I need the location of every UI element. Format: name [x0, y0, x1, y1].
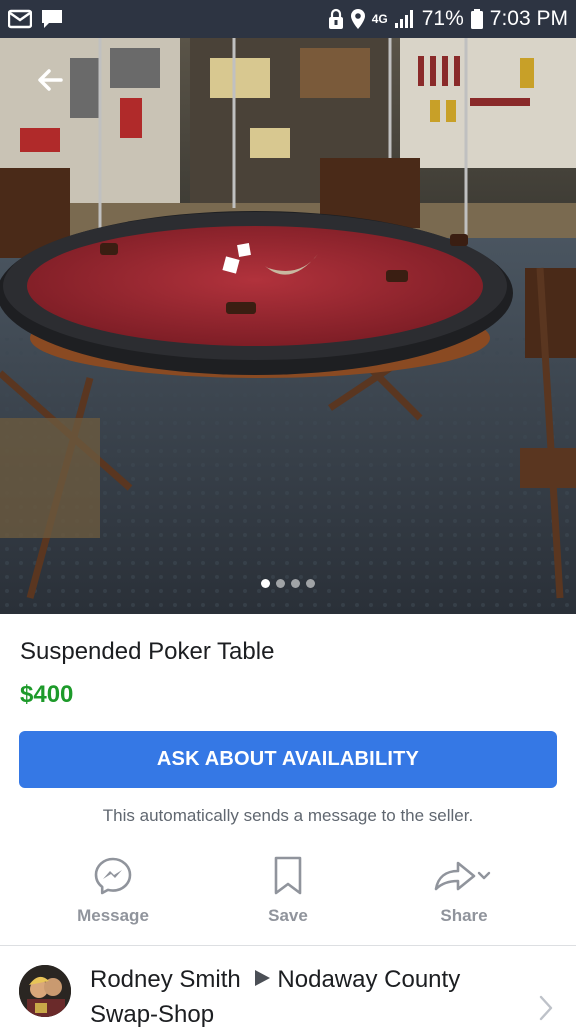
pager-dot[interactable] [261, 579, 270, 588]
avatar[interactable] [19, 965, 71, 1017]
signal-icon [394, 9, 416, 29]
poker-table-photo [0, 38, 576, 614]
back-arrow-icon [38, 69, 63, 91]
ask-note: This automatically sends a message to th… [102, 806, 474, 825]
pager-dot[interactable] [276, 579, 285, 588]
seller-info[interactable]: Rodney Smith Nodaway County Swap-Shop [90, 962, 510, 1032]
share-icon [434, 861, 491, 891]
messenger-icon [94, 857, 132, 895]
avatar-image [19, 965, 71, 1017]
ask-availability-button[interactable]: ASK ABOUT AVAILABILITY [19, 731, 557, 788]
pager-dot[interactable] [306, 579, 315, 588]
status-bar-right: 4G 71% 7:03 PM [328, 7, 568, 31]
save-button[interactable]: Save [213, 852, 363, 942]
back-button[interactable] [30, 60, 70, 100]
listing-price: $400 [20, 681, 74, 708]
share-label: Share [440, 906, 488, 925]
email-icon [8, 9, 32, 29]
network-type: 4G [371, 12, 388, 26]
message-button[interactable]: Message [38, 852, 188, 942]
clock: 7:03 PM [489, 7, 568, 30]
lock-icon [328, 8, 344, 30]
chat-icon [40, 8, 64, 30]
triangle-right-icon [255, 970, 271, 986]
seller-row[interactable]: Rodney Smith Nodaway County Swap-Shop [0, 946, 576, 1028]
message-label: Message [77, 906, 149, 925]
photo-pager[interactable] [0, 579, 576, 588]
status-bar-left [8, 8, 64, 30]
bookmark-icon [274, 856, 302, 895]
status-bar: 4G 71% 7:03 PM [0, 0, 576, 38]
action-bar: Message Save Share [0, 852, 576, 942]
share-button[interactable]: Share [389, 852, 539, 942]
listing-title: Suspended Poker Table [20, 638, 275, 665]
battery-percent: 71% [421, 7, 464, 30]
save-label: Save [268, 906, 308, 925]
listing-photo[interactable] [0, 38, 576, 614]
pager-dot[interactable] [291, 579, 300, 588]
location-icon [350, 8, 366, 30]
chevron-right-icon[interactable] [538, 994, 554, 1027]
battery-icon [470, 8, 484, 30]
seller-name[interactable]: Rodney Smith [90, 966, 241, 993]
